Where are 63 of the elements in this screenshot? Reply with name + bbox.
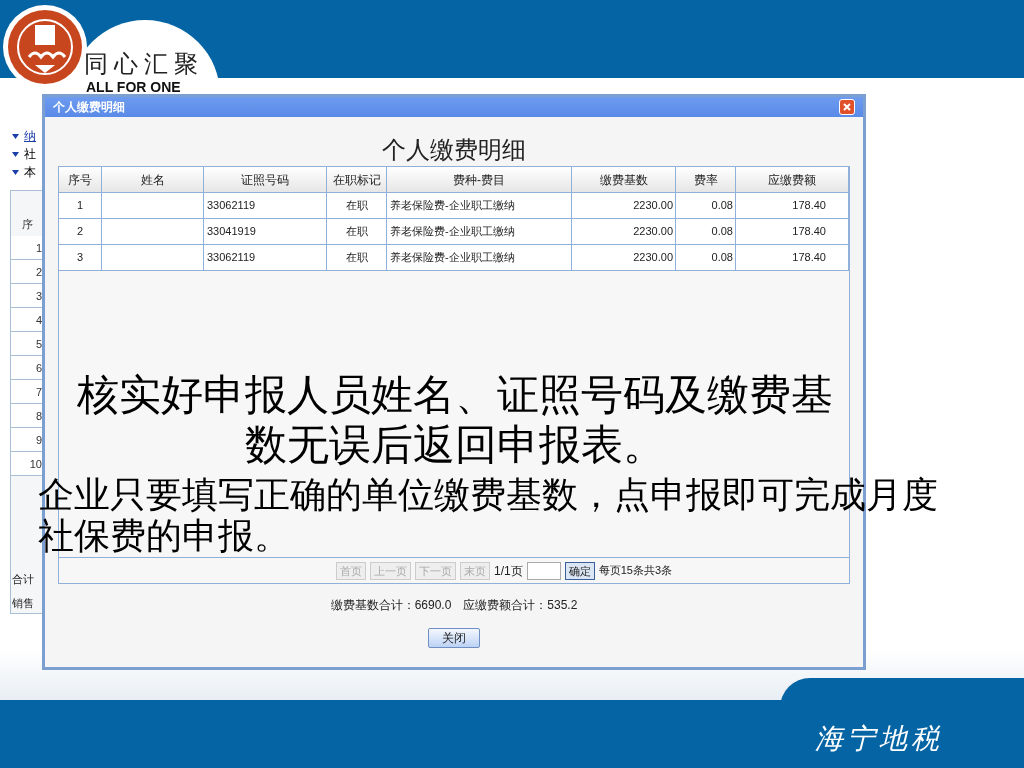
table-cell: 在职 [327, 245, 387, 270]
caret-icon [12, 151, 19, 157]
table-cell: 2230.00 [572, 219, 676, 244]
nav-item[interactable]: 社 [24, 145, 36, 163]
table-cell: 养老保险费-企业职工缴纳 [387, 193, 572, 218]
caret-icon [12, 133, 19, 139]
table-cell: 10 [11, 452, 42, 476]
caption-text: 核实好申报人员姓名、证照号码及缴费基数无误后返回申报表。 [76, 370, 834, 470]
table-cell: 178.40 [736, 245, 849, 270]
table-cell: 33062119 [204, 193, 327, 218]
dialog-title: 个人缴费明细 [53, 99, 125, 116]
close-icon[interactable] [839, 99, 855, 115]
table-cell: 33062119 [204, 245, 327, 270]
caret-icon [12, 169, 19, 175]
table-cell: 178.40 [736, 219, 849, 244]
caption-text: 企业只要填写正确的单位缴费基数，点申报即可完成月度社保费的申报。 [38, 474, 938, 556]
table-cell: 1 [59, 193, 102, 218]
table-cell: 0.08 [676, 219, 736, 244]
table-cell: 0.08 [676, 193, 736, 218]
confirm-button[interactable]: 确定 [564, 561, 595, 580]
table-cell: 3 [11, 284, 42, 308]
column-header: 费率 [676, 167, 736, 192]
table-cell-text: 销售 [12, 596, 34, 611]
column-header: 应缴费额 [736, 167, 849, 192]
column-header: 缴费基数 [572, 167, 676, 192]
column-header: 在职标记 [327, 167, 387, 192]
footer-title: 海宁地税 [815, 721, 943, 757]
table-cell: 在职 [327, 193, 387, 218]
column-header: 序号 [59, 167, 102, 192]
table-cell: 8 [11, 404, 42, 428]
total-label: 应缴费额合计：535.2 [463, 597, 578, 614]
column-header: 证照号码 [204, 167, 327, 192]
table-cell: 178.40 [736, 193, 849, 218]
table-cell: 7 [11, 380, 42, 404]
dialog-heading: 个人缴费明细 [382, 135, 526, 165]
close-button[interactable]: 关闭 [428, 628, 480, 648]
table-cell: 2230.00 [572, 193, 676, 218]
page-info: 每页15条共3条 [598, 563, 672, 579]
table-cell: 在职 [327, 219, 387, 244]
table-cell: 9 [11, 428, 42, 452]
table-cell: 3 [59, 245, 102, 270]
table-cell: 养老保险费-企业职工缴纳 [387, 219, 572, 244]
page-input[interactable] [526, 561, 561, 580]
table-cell: 1 [11, 236, 42, 260]
logo-subtitle: ALL FOR ONE [86, 80, 181, 94]
table-cell: 0.08 [676, 245, 736, 270]
table-cell: 4 [11, 308, 42, 332]
nav-item[interactable]: 本 [24, 163, 36, 181]
table-cell: 2230.00 [572, 245, 676, 270]
column-header: 费种-费目 [387, 167, 572, 192]
page-indicator: 1/1页 [493, 562, 523, 580]
table-cell: 养老保险费-企业职工缴纳 [387, 245, 572, 270]
table-cell: 33041919 [204, 219, 327, 244]
table-cell: 6 [11, 356, 42, 380]
table-header: 序 [22, 217, 33, 232]
logo-slogan: 同心汇聚 [84, 52, 204, 76]
total-label: 缴费基数合计：6690.0 [330, 597, 452, 614]
table-cell: 2 [11, 260, 42, 284]
nav-link[interactable]: 纳 [24, 127, 36, 145]
table-cell: 2 [59, 219, 102, 244]
column-header: 姓名 [102, 167, 204, 192]
table-cell-text: 合计 [12, 572, 34, 587]
table-cell: 5 [11, 332, 42, 356]
